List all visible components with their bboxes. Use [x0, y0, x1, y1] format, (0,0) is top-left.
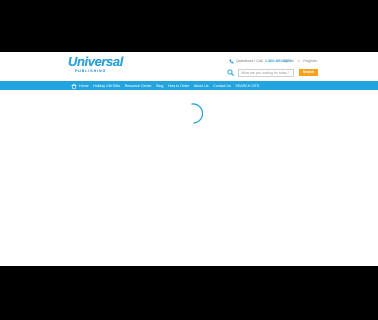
site-logo[interactable]: Universal PUBLISHING — [68, 54, 123, 75]
nav-item-home[interactable]: Home — [71, 81, 93, 90]
phone-icon — [229, 59, 234, 63]
nav-label: How to Order — [167, 83, 190, 88]
auth-separator: or — [296, 59, 301, 63]
nav-label: Contact Us — [213, 83, 231, 88]
search-icon — [227, 69, 234, 76]
nav-label: About Us — [193, 83, 209, 88]
nav-items: Home Holiday Gift Gifts Resource Center … — [71, 81, 264, 90]
logo-subtext: PUBLISHING — [75, 69, 107, 73]
nav-label: Home — [79, 83, 89, 88]
nav-label: Blog — [156, 83, 164, 88]
nav-label: SEARCH SITE — [235, 83, 260, 88]
nav-label: Resource Center — [124, 83, 152, 88]
nav-item-about-us[interactable]: About Us — [194, 81, 213, 90]
loading-spinner-icon — [191, 103, 203, 124]
main-navigation: Home Holiday Gift Gifts Resource Center … — [0, 81, 378, 90]
nav-item-contact-us[interactable]: Contact Us — [213, 81, 235, 90]
account-links: Sign In or Register — [282, 57, 317, 65]
nav-item-blog[interactable]: Blog — [156, 81, 168, 90]
nav-label: Holiday Gift Gifts — [93, 83, 121, 88]
site-header: Universal PUBLISHING Questions? Call 1-8… — [0, 52, 378, 81]
web-page: Universal PUBLISHING Questions? Call 1-8… — [0, 52, 378, 266]
nav-item-how-to-order[interactable]: How to Order — [168, 81, 194, 90]
logo-text: Universal — [68, 54, 123, 69]
nav-item-holiday-gift-gifts[interactable]: Holiday Gift Gifts — [93, 81, 124, 90]
search-button[interactable]: Search — [299, 69, 318, 76]
search-bar: What are you looking for today? Search — [227, 68, 318, 77]
sign-in-link[interactable]: Sign In — [282, 59, 294, 63]
nav-item-search-site[interactable]: SEARCH SITE — [235, 81, 263, 90]
contact-label: Questions? Call — [236, 59, 263, 63]
register-link[interactable]: Register — [303, 59, 317, 63]
search-input[interactable]: What are you looking for today? — [238, 68, 294, 77]
home-icon — [71, 83, 77, 89]
nav-item-resource-center[interactable]: Resource Center — [125, 81, 157, 90]
